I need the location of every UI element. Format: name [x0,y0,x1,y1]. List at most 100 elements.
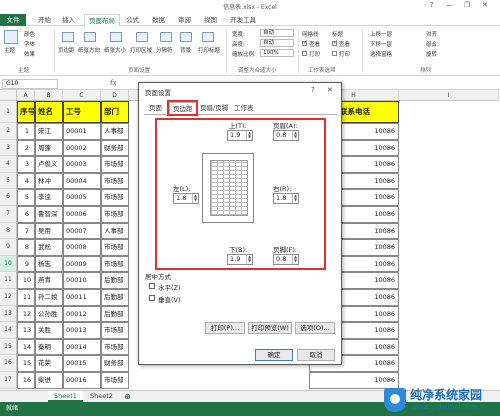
tab-page-layout[interactable]: 页面布局 [84,14,120,26]
vertical-checkbox[interactable] [149,295,155,301]
table-cell[interactable]: 12 [17,305,35,323]
align-button[interactable]: 对齐 [426,30,437,38]
add-sheet-icon[interactable]: ⊕ [118,391,137,402]
table-cell[interactable]: 市场部 [101,156,129,173]
row-header[interactable]: 11 [0,272,17,289]
table-cell[interactable]: 人事部 [101,123,129,140]
table-cell[interactable]: 00008 [63,239,101,256]
tab-view[interactable]: 视图 [200,14,221,26]
table-cell[interactable]: 00011 [63,289,101,306]
margins-icon[interactable] [62,32,74,42]
minimize-button[interactable]: — [446,1,453,9]
headings-print-checkbox[interactable]: 打印 [332,50,350,58]
print-area-button[interactable]: 打印区域 [130,46,152,54]
table-cell[interactable]: 00003 [63,156,101,173]
help-icon[interactable]: ? [430,1,434,9]
table-cell[interactable]: 孙二娘 [35,289,63,306]
header-cell[interactable]: 部门 [101,101,129,123]
table-cell[interactable]: 燕青 [35,272,63,289]
margins-button[interactable]: 页边距 [58,46,75,54]
table-cell[interactable]: 2 [17,139,35,157]
print-preview-button[interactable]: 打印预览(W) [248,322,292,334]
tab-page[interactable]: 页面 [146,102,165,114]
select-all-corner[interactable] [0,90,17,101]
tab-file[interactable]: 文件 [0,14,26,26]
ok-button[interactable]: 确定 [255,349,293,361]
column-header-i[interactable]: I [399,90,499,101]
tab-developer[interactable]: 开发工具 [226,14,260,26]
options-button[interactable]: 选项(O)... [295,322,335,334]
table-cell[interactable]: 宋江 [35,123,63,140]
row-header[interactable]: 13 [0,305,17,323]
tab-data[interactable]: 数据 [148,14,169,26]
column-header-c[interactable]: C [63,90,101,101]
group-button[interactable]: 组合 [426,40,437,48]
selection-pane-button[interactable]: 选择窗格 [370,50,392,58]
row-header[interactable]: 6 [0,189,17,206]
header-cell[interactable]: 姓名 [35,101,63,123]
row-header[interactable]: 10 [0,255,17,273]
table-cell[interactable]: 林冲 [35,172,63,190]
table-cell[interactable]: 00016 [63,372,101,389]
breaks-button[interactable]: 分隔符 [156,46,173,54]
horizontal-checkbox[interactable] [149,283,155,289]
table-cell[interactable]: 00009 [63,255,101,273]
table-cell[interactable]: 周蓬 [35,139,63,157]
table-cell[interactable]: 吴用 [35,222,63,240]
table-cell[interactable]: 公孙胜 [35,305,63,323]
tab-insert[interactable]: 插入 [58,14,79,26]
table-cell[interactable]: 市场部 [101,372,129,389]
table-cell[interactable]: 秦明 [35,338,63,356]
table-cell[interactable]: 武松 [35,239,63,256]
table-cell[interactable]: 市场部 [101,189,129,206]
table-cell[interactable]: 6 [17,206,35,223]
table-cell[interactable]: 财务部 [101,139,129,157]
orientation-icon[interactable] [84,32,96,42]
row-header[interactable]: 7 [0,206,17,223]
column-header-a[interactable]: A [17,90,35,101]
scale-input[interactable]: 100% [260,49,294,57]
table-cell[interactable]: 9 [17,255,35,273]
table-cell[interactable]: 后勤部 [101,272,129,289]
height-select[interactable]: 自动 [260,39,294,47]
gridlines-print-checkbox[interactable]: 打印 [302,50,320,58]
table-cell[interactable]: 4 [17,172,35,190]
size-button[interactable]: 纸张大小 [104,46,126,54]
print-titles-icon[interactable] [202,32,214,42]
table-cell[interactable]: 李逵 [35,189,63,206]
table-cell[interactable]: 13 [17,322,35,339]
row-header[interactable]: 4 [0,156,17,173]
fx-icon[interactable]: fx [110,79,117,87]
width-select[interactable]: 自动 [260,29,294,37]
table-cell[interactable]: 市场部 [101,206,129,223]
close-button[interactable]: ✕ [482,1,488,9]
table-cell[interactable]: 11 [17,289,35,306]
row-header[interactable]: 16 [0,355,17,372]
table-cell[interactable]: 00006 [63,206,101,223]
background-icon[interactable] [180,32,192,42]
row-header[interactable]: 12 [0,289,17,306]
dialog-close-icon[interactable]: ✕ [327,86,333,94]
table-cell[interactable]: 00001 [63,123,101,140]
table-cell[interactable]: 后勤部 [101,289,129,306]
table-cell[interactable]: 人事部 [101,222,129,240]
row-header[interactable]: 1 [0,101,17,123]
table-cell[interactable]: 16 [17,372,35,389]
table-cell[interactable]: 关胜 [35,322,63,339]
dialog-help-icon[interactable]: ? [311,86,315,94]
table-cell[interactable]: 鲁智深 [35,206,63,223]
column-header-d[interactable]: D [101,90,129,101]
table-cell[interactable]: 柴进 [35,372,63,389]
print-titles-button[interactable]: 打印标题 [198,46,220,54]
table-cell[interactable]: 00004 [63,172,101,190]
row-header[interactable]: 9 [0,239,17,256]
table-cell[interactable]: 杨志 [35,255,63,273]
table-cell[interactable]: 市场部 [101,255,129,273]
table-cell[interactable]: 5 [17,189,35,206]
rotate-button[interactable]: 旋转 [426,50,437,58]
background-button[interactable]: 背景 [180,46,191,54]
table-cell[interactable]: 00014 [63,338,101,356]
table-cell[interactable]: 10 [17,272,35,289]
table-cell[interactable]: 市场部 [101,322,129,339]
table-cell[interactable]: 花荣 [35,355,63,372]
